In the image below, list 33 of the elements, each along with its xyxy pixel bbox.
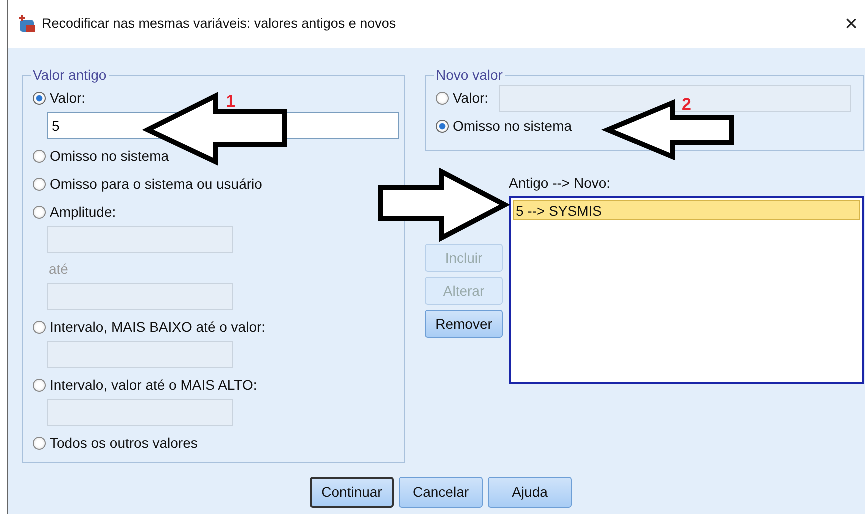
radio-button[interactable]	[33, 320, 46, 334]
radio-button[interactable]	[436, 120, 449, 132]
list-item[interactable]: 5 --> SYSMIS	[513, 200, 860, 220]
dialog-button[interactable]: Cancelar	[399, 477, 483, 508]
step-number: 1	[226, 92, 236, 111]
window-title: Recodificar nas mesmas variáveis: valores antigos e novos	[42, 14, 398, 33]
option-label: Amplitude:	[50, 202, 116, 222]
option-label: Todos os outros valores	[50, 434, 198, 452]
option-label: Omisso no sistema	[50, 146, 170, 166]
range-label: até	[49, 260, 70, 279]
option-label: Valor:	[453, 88, 489, 108]
option-label: Intervalo, valor até o MAIS ALTO:	[50, 376, 258, 394]
dialog-button[interactable]: Ajuda	[488, 477, 572, 508]
radio-button[interactable]	[33, 436, 46, 450]
step-number: 2	[682, 95, 692, 114]
group-title: Valor antigo	[32, 68, 108, 82]
group-title: Novo valor	[435, 68, 504, 82]
app-icon	[18, 15, 36, 33]
radio-button[interactable]	[33, 92, 46, 104]
radio-button[interactable]	[33, 150, 46, 162]
list-button[interactable]: Remover	[425, 310, 503, 338]
close-button[interactable]: ×	[845, 13, 865, 35]
radio-button[interactable]	[33, 178, 46, 190]
option-label: Valor:	[50, 88, 86, 108]
radio-button[interactable]	[436, 92, 449, 104]
radio-button[interactable]	[33, 378, 46, 392]
option-label: Omisso no sistema	[453, 116, 572, 136]
mapping-list[interactable]: 5 --> SYSMIS	[509, 196, 864, 384]
dialog-button[interactable]: Continuar	[310, 477, 394, 508]
list-label: Antigo --> Novo:	[509, 174, 612, 193]
option-label: Intervalo, MAIS BAIXO até o valor:	[50, 318, 266, 336]
option-label: Omisso para o sistema ou usuário	[50, 174, 262, 194]
radio-button[interactable]	[33, 206, 46, 218]
